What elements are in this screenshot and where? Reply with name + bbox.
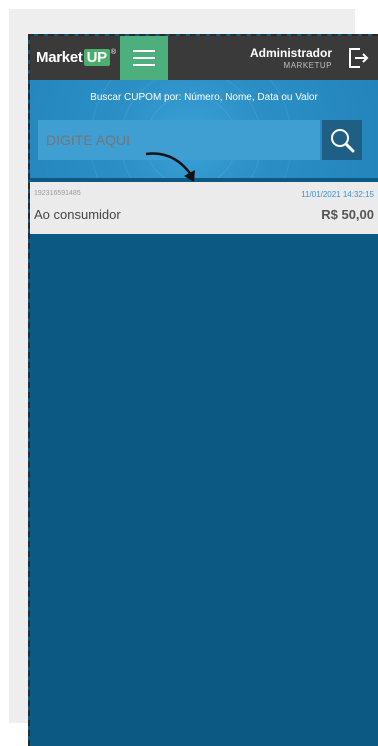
app-frame: Market UP ® Administrador MARKETUP Buscar … bbox=[28, 34, 378, 746]
search-icon bbox=[331, 129, 355, 153]
user-info[interactable]: Administrador MARKETUP bbox=[250, 46, 332, 70]
coupon-value: R$ 50,00 bbox=[321, 207, 374, 222]
curved-arrow-icon bbox=[145, 152, 195, 182]
search-button[interactable] bbox=[322, 120, 362, 160]
logo-registered-mark: ® bbox=[110, 49, 116, 56]
search-label: Buscar CUPOM por: Número, Nome, Data ou … bbox=[90, 92, 318, 103]
coupon-id: 192316591485 bbox=[34, 190, 81, 197]
logout-icon[interactable] bbox=[346, 46, 370, 70]
logo-text: Market bbox=[36, 49, 83, 66]
coupon-customer: Ao consumidor bbox=[34, 207, 121, 222]
search-panel: Buscar CUPOM por: Número, Nome, Data ou … bbox=[30, 80, 378, 178]
hamburger-menu-icon[interactable] bbox=[120, 36, 168, 80]
user-name: Administrador bbox=[249, 46, 332, 60]
marketup-logo[interactable]: Market UP ® bbox=[36, 49, 116, 66]
top-bar: Market UP ® Administrador MARKETUP bbox=[30, 36, 378, 80]
user-company: MARKETUP bbox=[283, 61, 332, 70]
coupon-date: 11/01/2021 14:32:15 bbox=[301, 190, 374, 199]
logo-badge: UP bbox=[83, 49, 110, 66]
coupon-row[interactable]: 192316591485 11/01/2021 14:32:15 Ao cons… bbox=[30, 182, 378, 234]
